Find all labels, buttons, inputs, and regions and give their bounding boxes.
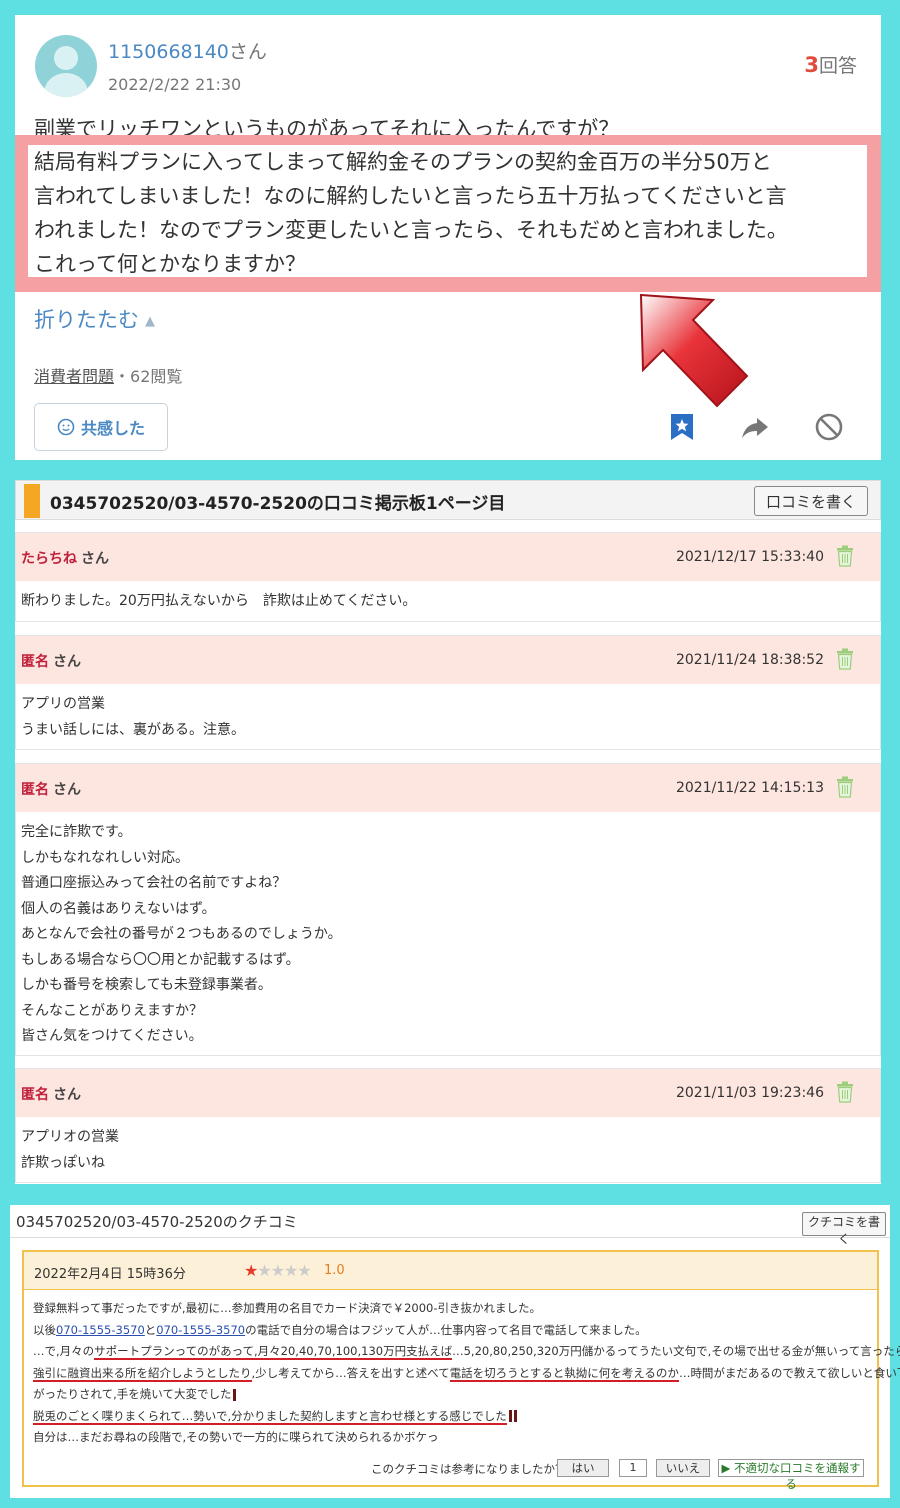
trash-icon[interactable] [836,648,854,670]
review-body: 登録無料って事だったですが,最初に…参加費用の名目でカード決済で￥2000-引き… [33,1301,900,1444]
post-body: アプリオの営業 詐欺っぽいね [21,1129,119,1171]
post-datetime: 2021/11/03 19:23:46 [675,1085,824,1101]
question-text-line: 結局有料プランに入ってしまって解約金そのプランの契約金百万の半分50万と [34,150,772,174]
poster-name: 匿名 さん [21,654,81,670]
post-body: 完全に詐欺です。 しかもなれなれしい対応。 普通口座振込みって会社の名前ですよね… [21,824,342,1044]
post-date: 2022/2/22 21:30 [108,75,242,94]
phone-link[interactable]: 070-1555-3570 [56,1323,145,1337]
question-panel: 1150668140さん 2022/2/22 21:30 3回答 副業でリッチワ… [15,15,881,460]
highlight-frame: 結局有料プランに入ってしまって解約金そのプランの契約金百万の半分50万と 言われ… [15,135,881,292]
trash-icon[interactable] [836,1081,854,1103]
fold-toggle[interactable]: 折りたたむ ▲ [34,304,155,334]
red-arrow-annotation [639,293,749,408]
poster-name: 匿名 さん [21,1087,81,1103]
question-text-line: これって何とかなりますか？ [34,252,306,276]
poster-name: たらちね さん [21,551,109,567]
smile-icon [57,418,75,436]
view-count: ・62閲覧 [114,367,183,386]
board-title: 0345702520/03-4570-2520の口コミ掲示板1ページ目 [50,494,506,514]
rating-score: 1.0 [324,1263,345,1278]
post-body: 断わりました。20万円払えないから 詐欺は止めてください。 [21,593,417,609]
no-button[interactable]: いいえ [656,1459,710,1477]
board-post: 匿名 さん 2021/11/22 14:15:13 完全に詐欺です。 しかもなれな… [15,763,881,1056]
write-kuchikomi-button[interactable]: クチコミを書く [802,1212,886,1246]
chevron-up-icon: ▲ [145,313,155,329]
question-text-line: われました！なのでプラン変更したいと言ったら、それもだめと言われました。 [34,218,788,242]
board-post: 匿名 さん 2021/11/03 19:23:46 アプリオの営業 詐欺っぽいね [15,1068,881,1183]
share-icon[interactable] [741,416,769,440]
header-accent-bar [24,484,40,518]
post-datetime: 2021/11/24 18:38:52 [675,652,824,668]
review-card: 2022年2月4日 15時36分 ★★★★★ 1.0 登録無料って事だったですが… [22,1250,900,1491]
post-datetime: 2021/12/17 15:33:40 [675,549,824,565]
user-name[interactable]: 1150668140さん [108,37,267,64]
board-header: 0345702520/03-4570-2520の口コミ掲示板1ページ目 口コミを… [15,480,881,520]
category-line: 消費者問題・62閲覧 [34,363,182,387]
write-review-button[interactable]: 口コミを書く [754,486,868,516]
question-text-line: 言われてしまいました！なのに解約したいと言ったら五十万払ってくださいと言 [34,184,787,208]
category-link[interactable]: 消費者問題 [34,367,114,386]
report-button[interactable]: ▶ 不適切な口コミを通報する [718,1459,864,1491]
kuchikomi-panel: 0345702520/03-4570-2520のクチコミ クチコミを書く 202… [10,1205,900,1498]
avatar[interactable] [35,35,97,97]
block-icon[interactable] [814,412,844,442]
helpful-question: このクチコミは参考になりましたか？ [371,1462,567,1476]
trash-icon[interactable] [836,776,854,798]
review-date: 2022年2月4日 15時36分 [34,1267,186,1282]
yes-button[interactable]: はい [557,1459,609,1477]
helpful-count: 1 [619,1459,647,1477]
phone-link[interactable]: 070-1555-3570 [156,1323,245,1337]
kuchikomi-header: 0345702520/03-4570-2520のクチコミ クチコミを書く [10,1205,890,1246]
trash-icon[interactable] [836,545,854,567]
kuchikomi-title: 0345702520/03-4570-2520のクチコミ [16,1213,298,1231]
board-post: 匿名 さん 2021/11/24 18:38:52 アプリの営業 うまい話しには、… [15,635,881,750]
answer-count[interactable]: 3回答 [804,51,857,78]
review-board-panel: 0345702520/03-4570-2520の口コミ掲示板1ページ目 口コミを… [15,480,881,1184]
review-header: 2022年2月4日 15時36分 ★★★★★ 1.0 [24,1252,877,1290]
post-datetime: 2021/11/22 14:15:13 [675,780,824,796]
helpful-footer: このクチコミは参考になりましたか？ はい 1 いいえ ▶ 不適切な口コミを通報す… [24,1459,877,1491]
star-rating: ★★★★★ [244,1261,312,1280]
poster-name: 匿名 さん [21,782,81,798]
highlighted-question-text: 結局有料プランに入ってしまって解約金そのプランの契約金百万の半分50万と 言われ… [28,145,867,277]
empathy-button[interactable]: 共感した [34,403,168,451]
bookmark-icon[interactable] [669,413,695,441]
board-post: たらちね さん 2021/12/17 15:33:40 断わりました。20万円払え… [15,532,881,622]
post-body: アプリの営業 うまい話しには、裏がある。注意。 [21,696,245,738]
